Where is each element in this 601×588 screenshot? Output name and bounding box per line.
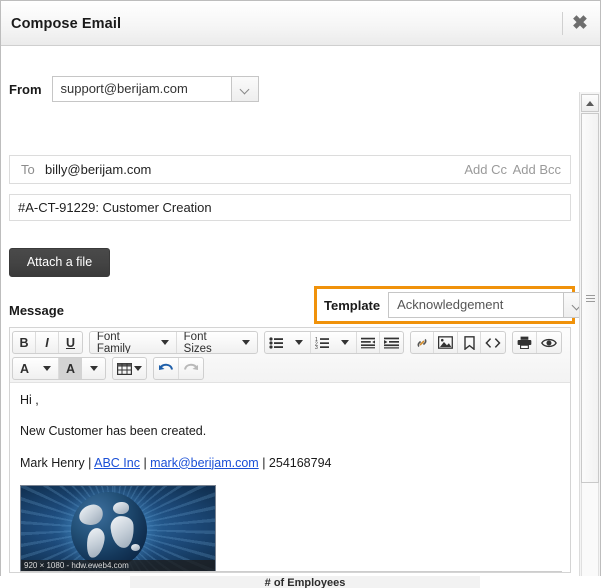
- bold-icon[interactable]: B: [13, 332, 36, 353]
- font-family-label: Font Family: [96, 331, 131, 354]
- continent-south-america: [84, 527, 107, 560]
- body-text: New Customer has been created.: [20, 424, 207, 439]
- svg-text:3: 3: [315, 345, 318, 349]
- italic-icon[interactable]: I: [36, 332, 59, 353]
- rich-text-editor: B I U Font Family Font Sizes 1 2 3 A A H…: [9, 327, 571, 573]
- chevron-down-icon: [89, 366, 98, 371]
- continent-north-america: [77, 502, 105, 528]
- highlight-color-dropdown[interactable]: [82, 358, 105, 379]
- toolbar-group-font: Font Family Font Sizes: [88, 331, 258, 354]
- template-value: Acknowledgement: [397, 297, 504, 312]
- dialog-body: From support@berijam.com To billy@berija…: [1, 46, 600, 576]
- message-body[interactable]: Hi , New Customer has been created. Mark…: [10, 383, 570, 572]
- toolbar-group-lists: 1 2 3: [263, 331, 405, 354]
- text-color-dropdown[interactable]: [36, 358, 59, 379]
- toolbar-row-2: A A: [12, 356, 568, 381]
- font-family-dropdown[interactable]: Font Family: [90, 332, 177, 353]
- screen: # of Employees Compose Email ✖ From supp…: [0, 0, 601, 588]
- dialog-header: Compose Email ✖: [1, 1, 600, 46]
- chevron-down-icon: [160, 340, 169, 345]
- toolbar-group-style: B I U: [12, 331, 83, 354]
- image-icon[interactable]: [434, 332, 459, 353]
- bullet-list-icon[interactable]: [265, 332, 288, 353]
- vertical-scrollbar[interactable]: [579, 92, 600, 576]
- content-divider: [20, 571, 562, 572]
- company-link[interactable]: ABC Inc: [94, 456, 140, 470]
- print-icon[interactable]: [513, 332, 538, 353]
- numbered-list-icon[interactable]: 1 2 3: [311, 332, 334, 353]
- email-link[interactable]: mark@berijam.com: [150, 456, 259, 470]
- toolbar-group-table: [112, 357, 147, 380]
- from-row: From support@berijam.com: [9, 76, 259, 102]
- undo-icon[interactable]: [154, 358, 179, 379]
- toolbar-group-colors: A A: [12, 357, 106, 380]
- underline-icon[interactable]: U: [59, 332, 82, 353]
- highlight-color-icon[interactable]: A: [59, 358, 82, 379]
- header-divider: [562, 12, 563, 35]
- chevron-down-icon: [134, 366, 142, 371]
- toolbar-group-output: [512, 331, 563, 354]
- link-icon[interactable]: [411, 332, 435, 353]
- text-color-icon[interactable]: A: [13, 358, 36, 379]
- source-code-icon[interactable]: [481, 332, 505, 353]
- numbered-list-dropdown[interactable]: [334, 332, 357, 353]
- table-icon[interactable]: [113, 358, 146, 379]
- font-sizes-label: Font Sizes: [183, 331, 212, 354]
- sig-sep-3: |: [258, 455, 269, 470]
- scrollbar-thumb[interactable]: [581, 113, 599, 483]
- font-sizes-dropdown[interactable]: Font Sizes: [177, 332, 257, 353]
- close-icon[interactable]: ✖: [568, 12, 592, 36]
- chevron-down-icon: [241, 340, 250, 345]
- globe-icon: [71, 492, 147, 569]
- chevron-down-icon: [340, 340, 349, 345]
- to-value: billy@berijam.com: [45, 162, 152, 177]
- up-arrow-glyph: [586, 101, 594, 106]
- signature-phone: 254168794: [268, 455, 332, 470]
- chevron-down-icon[interactable]: [230, 77, 258, 101]
- scroll-up-arrow-icon[interactable]: [581, 94, 599, 112]
- continent-europe: [113, 502, 129, 515]
- from-select[interactable]: support@berijam.com: [51, 76, 259, 102]
- greeting-text: Hi ,: [20, 393, 39, 407]
- add-cc-link[interactable]: Add Cc: [464, 162, 507, 177]
- toolbar-group-insert: [410, 331, 507, 354]
- form-area: From support@berijam.com To billy@berija…: [1, 46, 592, 576]
- outdent-icon[interactable]: [357, 332, 381, 353]
- add-bcc-link[interactable]: Add Bcc: [513, 162, 561, 177]
- sig-sep-2: |: [139, 455, 151, 470]
- continent-islands: [131, 544, 140, 552]
- message-label: Message: [9, 303, 64, 318]
- template-label: Template: [324, 297, 381, 313]
- toolbar-group-history: [153, 357, 204, 380]
- scrollbar-grip: [586, 295, 595, 302]
- template-select[interactable]: Acknowledgement: [388, 292, 592, 318]
- sig-sep-1: |: [84, 455, 95, 470]
- subject-input[interactable]: #A-CT-91229: Customer Creation: [9, 194, 571, 221]
- chevron-down-icon: [294, 340, 303, 345]
- editor-toolbar: B I U Font Family Font Sizes 1 2 3 A A: [10, 328, 570, 383]
- preview-icon[interactable]: [537, 332, 561, 353]
- to-field[interactable]: To billy@berijam.com Add Cc Add Bcc: [9, 155, 571, 184]
- attach-file-button[interactable]: Attach a file: [9, 248, 110, 277]
- from-label: From: [9, 81, 42, 97]
- signature-name: Mark Henry: [20, 455, 85, 470]
- signature-image[interactable]: 920 × 1080 - hdw.eweb4.com: [20, 485, 216, 572]
- from-value: support@berijam.com: [60, 81, 188, 96]
- to-label: To: [21, 162, 35, 177]
- redo-icon[interactable]: [179, 358, 203, 379]
- template-highlight-box: Template Acknowledgement: [314, 286, 592, 324]
- page-title: Compose Email: [11, 16, 122, 32]
- chevron-down-icon: [43, 366, 51, 371]
- compose-email-dialog: Compose Email ✖ From support@berijam.com…: [0, 0, 601, 576]
- indent-icon[interactable]: [380, 332, 403, 353]
- signature-line: Mark Henry | ABC Inc | mark@berijam.com …: [20, 454, 560, 473]
- bookmark-icon[interactable]: [458, 332, 482, 353]
- toolbar-row-1: B I U Font Family Font Sizes 1 2 3: [12, 330, 568, 355]
- bullet-list-dropdown[interactable]: [288, 332, 311, 353]
